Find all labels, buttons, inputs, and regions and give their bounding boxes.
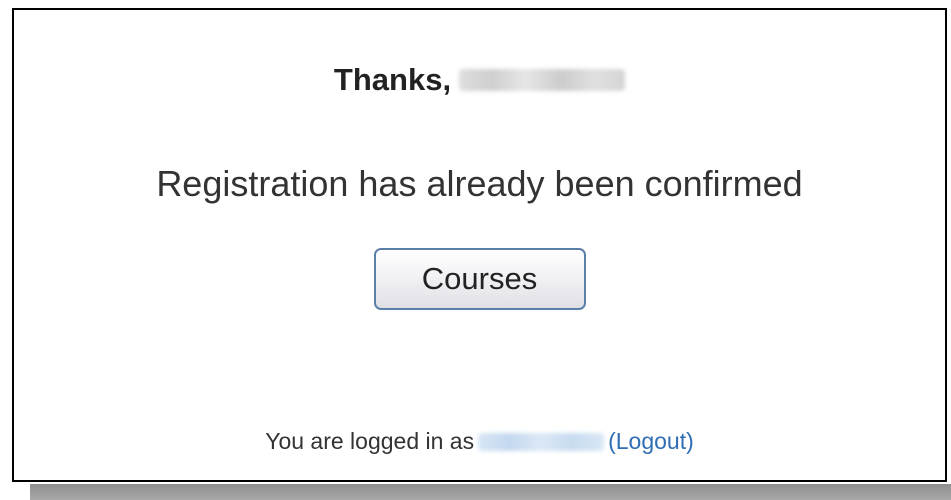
thanks-text: Thanks,	[333, 62, 452, 97]
courses-button[interactable]: Courses	[373, 248, 586, 310]
login-info: You are logged in as (Logout)	[14, 426, 945, 456]
registration-status-message: Registration has already been confirmed	[156, 163, 803, 204]
logged-in-prefix: You are logged in as	[265, 428, 475, 454]
page: Thanks, Registration has already been co…	[0, 0, 951, 500]
confirmation-panel: Thanks, Registration has already been co…	[12, 8, 947, 482]
courses-button-container: Courses	[14, 248, 945, 310]
redacted-user-name	[459, 69, 626, 91]
panel-shadow	[30, 484, 951, 500]
logout-link[interactable]: (Logout)	[608, 428, 694, 454]
redacted-user-link[interactable]	[478, 433, 605, 451]
thanks-heading: Thanks,	[14, 60, 945, 100]
